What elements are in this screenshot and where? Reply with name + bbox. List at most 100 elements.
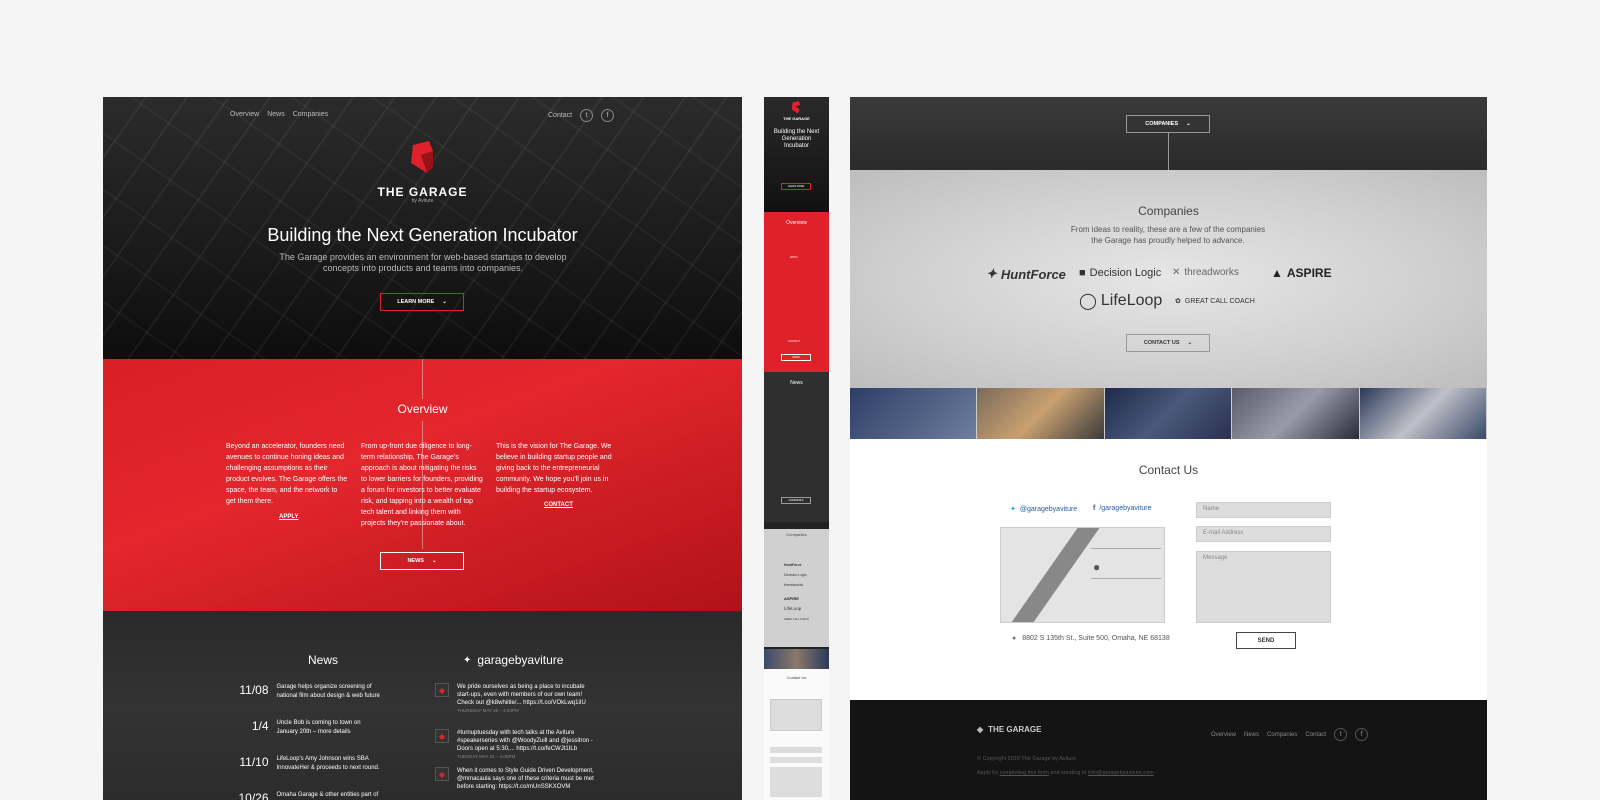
news-button[interactable]: NEWS ⌄ [380, 552, 464, 570]
tweet[interactable]: ◆ #turnuptuesday with tech talks at the … [435, 729, 595, 761]
companies-header: COMPANIES ⌄ [850, 97, 1487, 170]
twitter-feed-title: ✦ garagebyaviture [463, 653, 563, 667]
divider [1168, 133, 1169, 170]
apply-link[interactable]: APPLY [279, 514, 298, 520]
learn-more-button[interactable]: LEARN MORE ⌄ [380, 293, 464, 311]
twitter-icon[interactable]: t [580, 109, 594, 122]
twitter-icon[interactable]: t [1334, 728, 1348, 741]
office-photo [1104, 388, 1233, 439]
garage-logo-icon [791, 101, 801, 114]
garage-avatar-icon: ◆ [435, 767, 449, 781]
logo-aspire: ▲ ASPIRE [1271, 266, 1332, 280]
map-road [1091, 578, 1161, 579]
garage-logo-icon [411, 141, 433, 173]
garage-avatar-icon: ◆ [435, 683, 449, 697]
mobile-logo-greatcallcoach: GREAT CALL COACH [784, 618, 809, 621]
contact-page-screenshot: COMPANIES ⌄ Companies From ideas to real… [850, 97, 1487, 800]
nav-companies[interactable]: Companies [293, 111, 328, 118]
mobile-logo-huntforce: HuntForce [784, 563, 802, 567]
mobile-logo-aspire: ASPIRE [784, 596, 799, 601]
news-button-label: NEWS [407, 558, 424, 564]
news-date: 11/10 [239, 755, 269, 769]
learn-more-label: LEARN MORE [397, 299, 435, 305]
twitter-link[interactable]: ✦ @garagebyaviture [1010, 505, 1077, 514]
copyright: © Copyright 2016 The Garage by Aviture [977, 756, 1077, 762]
mobile-map[interactable] [770, 699, 822, 731]
tweet[interactable]: ◆ We pride ourselves as being a place to… [435, 683, 595, 715]
facebook-icon[interactable]: f [1355, 728, 1369, 741]
mobile-hero-title: Building the Next Generation Incubator [773, 129, 820, 149]
contact-us-label: CONTACT US [1143, 340, 1180, 346]
location-map[interactable]: ● [1000, 527, 1165, 623]
mobile-companies: Companies HuntForce Decision Logic threa… [764, 529, 829, 647]
news-text: LifeLoop's Amy Johnson wins SBA Innovate… [276, 756, 380, 771]
facebook-icon[interactable]: f [601, 109, 615, 122]
apply-form-link[interactable]: completing this form [1000, 770, 1049, 776]
email-link[interactable]: info@garagebyaviture.com [1088, 770, 1154, 776]
footer-nav-overview[interactable]: Overview [1211, 732, 1236, 738]
news-text: Uncle Bob is coming to town on January 2… [276, 720, 361, 735]
mobile-logo-threadworks: threadworks [784, 583, 804, 587]
contact-us-button[interactable]: CONTACT US ⌄ [1126, 334, 1210, 352]
news-item[interactable]: 11/10 LifeLoop's Amy Johnson wins SBA In… [233, 755, 383, 773]
office-photo [1232, 388, 1360, 439]
map-road [1001, 528, 1101, 622]
office-photo [1359, 388, 1487, 439]
companies-description: From ideas to reality, these are a few o… [1070, 225, 1266, 245]
logo-decisionlogic: ■ Decision Logic [1079, 267, 1162, 279]
footer-nav-companies[interactable]: Companies [1267, 732, 1297, 738]
brand-name: THE GARAGE [377, 185, 468, 199]
nav-news[interactable]: News [267, 111, 285, 118]
overview-section: Overview Beyond an accelerator, founders… [103, 359, 742, 611]
mobile-companies-button[interactable]: COMPANIES [781, 497, 811, 504]
footer-nav-news[interactable]: News [1244, 732, 1259, 738]
companies-button-label: COMPANIES [1145, 121, 1179, 127]
twitter-icon: ✦ [463, 654, 472, 666]
nav-overview[interactable]: Overview [230, 111, 259, 118]
send-button[interactable]: SEND [1236, 632, 1296, 649]
top-nav: Overview News Companies [230, 111, 328, 118]
nav-contact[interactable]: Contact [548, 112, 572, 119]
garage-avatar-icon: ◆ [435, 729, 449, 743]
tweet-text: We pride ourselves as being a place to i… [457, 684, 586, 706]
email-input[interactable]: E-mail Address [1196, 526, 1331, 542]
twitter-icon: ✦ [1010, 506, 1016, 513]
chevron-down-icon: ⌄ [442, 299, 447, 305]
hero-title: Building the Next Generation Incubator [267, 225, 578, 245]
companies-title: Companies [1138, 204, 1199, 218]
aspire-icon: ▲ [1271, 266, 1283, 280]
overview-col-3: This is the vision for The Garage. We be… [496, 443, 612, 494]
name-input[interactable]: Name [1196, 502, 1331, 518]
brand-sub: by Aviture [411, 198, 434, 204]
mobile-hero: THE GARAGE Building the Next Generation … [764, 97, 829, 212]
companies-button[interactable]: COMPANIES ⌄ [1126, 115, 1210, 133]
mobile-message-input[interactable] [770, 767, 822, 797]
tweet[interactable]: ◆ When it comes to Style Guide Driven De… [435, 767, 595, 791]
news-section: News ✦ garagebyaviture 11/08 Garage help… [103, 611, 742, 800]
mobile-brand: THE GARAGE [783, 116, 810, 121]
news-item[interactable]: 10/26 Omaha Garage & other entities part… [233, 791, 383, 800]
mobile-learn-more-button[interactable]: LEARN MORE [781, 183, 811, 190]
facebook-link[interactable]: f /garagebyaviture [1093, 505, 1152, 512]
mobile-apply-link[interactable]: APPLY [790, 256, 798, 259]
mobile-name-input[interactable] [770, 747, 822, 753]
contact-link[interactable]: CONTACT [544, 502, 573, 508]
mobile-email-input[interactable] [770, 757, 822, 763]
mobile-news: News COMPANIES [764, 372, 829, 522]
news-item[interactable]: 11/08 Garage helps organize screening of… [233, 683, 383, 701]
mobile-contact-link[interactable]: CONTACT [788, 340, 800, 343]
x-icon: ✕ [1172, 267, 1181, 278]
message-input[interactable]: Message [1196, 551, 1331, 623]
logo-threadworks: ✕ threadworks [1172, 267, 1239, 278]
map-pin-icon: ● [1093, 560, 1101, 574]
footer-nav-contact[interactable]: Contact [1305, 732, 1326, 738]
mobile-news-button[interactable]: NEWS [781, 354, 811, 361]
overview-col-1: Beyond an accelerator, founders need ave… [226, 443, 348, 505]
garage-logo-icon: ◆ [977, 725, 984, 734]
tweet-meta: THURSDAY MAY 26 – 4:40PM [457, 708, 519, 713]
office-photo [977, 388, 1105, 439]
mobile-logo-decisionlogic: Decision Logic [784, 573, 807, 577]
news-item[interactable]: 1/4 Uncle Bob is coming to town on Janua… [233, 719, 383, 737]
overview-title: Overview [397, 402, 448, 416]
hero-description: The Garage provides an environment for w… [279, 252, 567, 273]
